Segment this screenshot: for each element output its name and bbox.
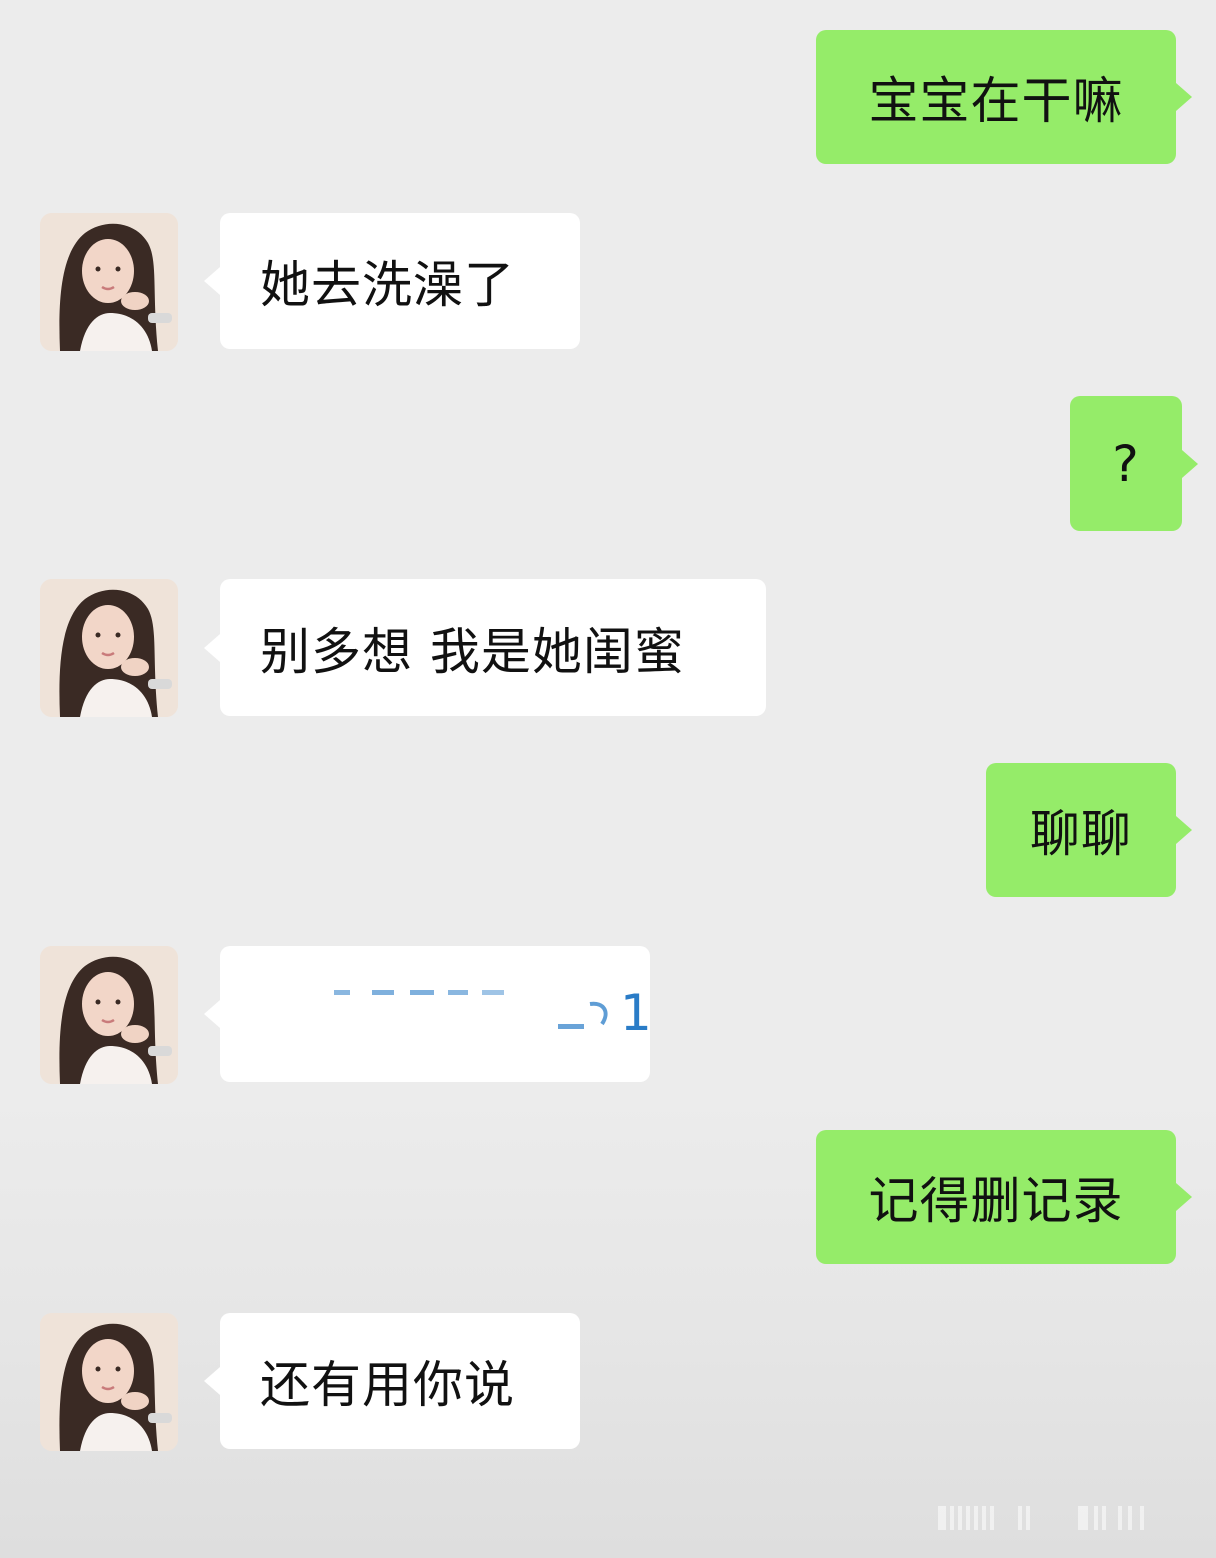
message-text: 别多想 我是她闺蜜 [260,622,685,681]
outgoing-message-bubble[interactable]: 宝宝在干嘛 [816,30,1192,164]
contact-avatar[interactable] [40,946,178,1084]
message-text: 宝宝在干嘛 [868,72,1124,130]
avatar-photo-icon [40,946,178,1084]
message-text: 还有用你说 [260,1356,515,1414]
incoming-message-bubble[interactable]: 她去洗澡了 [204,213,580,349]
contact-avatar[interactable] [40,579,178,717]
incoming-message-bubble-redacted[interactable]: 1 [204,946,650,1082]
avatar-photo-icon [40,213,178,351]
watermark-logo [938,1506,1144,1530]
message-text: ? [1112,434,1140,493]
outgoing-message-bubble[interactable]: ? [1070,396,1198,531]
outgoing-message-bubble[interactable]: 聊聊 [986,763,1192,897]
contact-avatar[interactable] [40,213,178,351]
incoming-message-bubble[interactable]: 别多想 我是她闺蜜 [204,579,766,716]
avatar-photo-icon [40,579,178,717]
message-text: 聊聊 [1030,805,1132,863]
avatar-photo-icon [40,1313,178,1451]
redacted-number: 1 [334,984,650,1042]
message-text: 她去洗澡了 [260,256,515,314]
redacted-visible-digit: 1 [620,984,650,1042]
incoming-message-bubble[interactable]: 还有用你说 [204,1313,580,1449]
contact-avatar[interactable] [40,1313,178,1451]
message-text: 记得删记录 [868,1172,1124,1230]
outgoing-message-bubble[interactable]: 记得删记录 [816,1130,1192,1264]
chat-window: 宝宝在干嘛 她去洗澡了 ? 别多想 我是她闺蜜 聊聊 1 记得删记录 还有用你说 [0,0,1216,1558]
